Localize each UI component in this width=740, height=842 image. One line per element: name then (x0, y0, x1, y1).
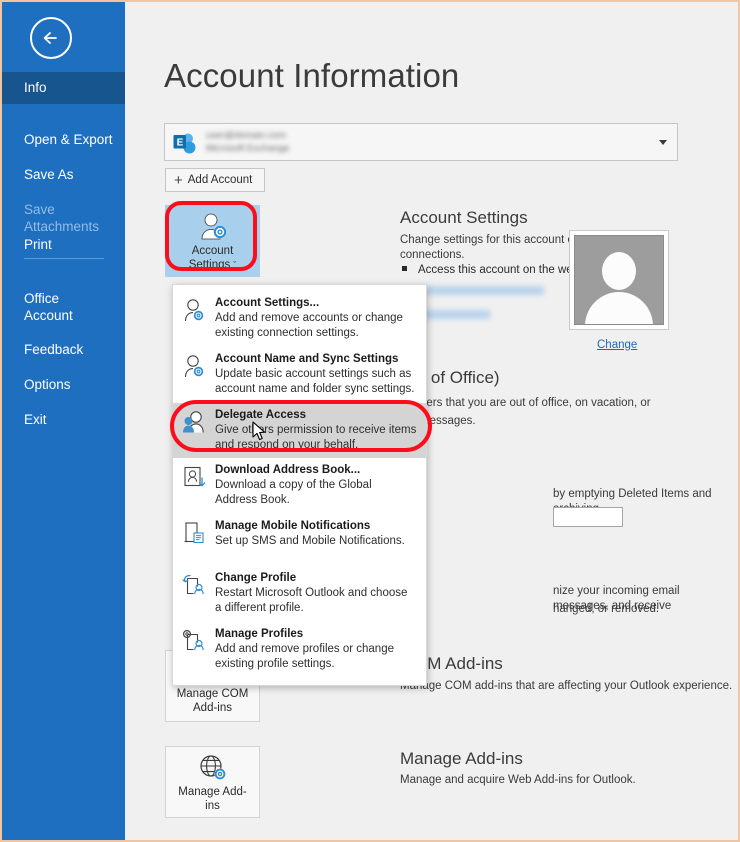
addins-description: Manage and acquire Web Add-ins for Outlo… (400, 774, 636, 786)
menu-item-account-settings[interactable]: Account Settings... Add and remove accou… (173, 291, 426, 347)
sidebar-item-info[interactable]: Info (2, 72, 125, 104)
avatar (569, 230, 669, 330)
sidebar-item-print[interactable]: Print (2, 220, 125, 254)
automatic-replies-desc-line2: messages. (420, 415, 476, 427)
delegate-access-icon (182, 408, 212, 453)
addins-heading: Manage Add-ins (400, 749, 523, 768)
manage-profiles-icon (182, 627, 212, 672)
avatar-head (602, 252, 636, 290)
menu-item-manage-profiles[interactable]: Manage Profiles Add and remove profiles … (173, 622, 426, 678)
globe-icon (199, 755, 226, 780)
account-settings-dropdown-menu[interactable]: Account Settings... Add and remove accou… (172, 284, 427, 686)
account-email-redacted: user@domain.com (206, 130, 286, 141)
chevron-down-icon: ˇ (233, 259, 237, 270)
menu-item-subtitle: Restart Microsoft Outlook and choose a d… (215, 587, 408, 615)
page-title: Account Information (164, 57, 460, 94)
sidebar-item-label: Print (24, 236, 52, 252)
menu-item-subtitle: Add and remove accounts or change existi… (215, 311, 403, 339)
menu-item-subtitle: Add and remove profiles or change existi… (215, 643, 394, 670)
sidebar-item-label: Options (24, 376, 71, 392)
account-settings-icon (201, 213, 226, 240)
menu-item-download-address-book[interactable]: Download Address Book... Download a copy… (173, 458, 426, 514)
svg-text:E: E (177, 138, 184, 149)
menu-item-title: Manage Mobile Notifications (215, 520, 371, 533)
menu-item-title: Account Settings... (215, 297, 320, 309)
account-name-sync-icon (182, 352, 212, 397)
com-addins-description: Manage COM add-ins that are affecting yo… (400, 680, 733, 692)
redacted-link-1[interactable] (426, 286, 544, 295)
sidebar-item-feedback[interactable]: Feedback (2, 325, 125, 359)
sidebar-item-label: Office Account (24, 290, 73, 323)
chevron-down-icon[interactable] (659, 140, 667, 145)
sidebar-divider (24, 258, 104, 259)
menu-separator-gap (173, 558, 426, 566)
bullet-square-icon (402, 266, 407, 271)
menu-item-title: Delegate Access (215, 408, 306, 421)
menu-item-manage-mobile-notifications[interactable]: Manage Mobile Notifications Set up SMS a… (173, 514, 426, 558)
menu-item-title: Manage Profiles (215, 628, 304, 641)
avatar-body (585, 292, 653, 324)
sidebar-item-label: Feedback (24, 341, 84, 357)
account-settings-heading: Account Settings (400, 208, 528, 227)
sidebar-item-label: Save As (24, 166, 74, 182)
sidebar-item-options[interactable]: Options (2, 360, 125, 394)
backstage-sidebar: Info Open & Export Save As Save Attachme… (2, 2, 125, 840)
menu-item-delegate-access[interactable]: Delegate Access Give others permission t… (173, 402, 426, 459)
com-addins-heading: OM Add-ins (414, 654, 503, 673)
account-settings-icon (182, 296, 212, 341)
add-account-label: Add Account (187, 174, 253, 186)
menu-item-title: Account Name and Sync Settings (215, 352, 399, 365)
avatar-placeholder-icon (574, 235, 664, 325)
sidebar-item-open-export[interactable]: Open & Export (2, 115, 125, 149)
account-type-redacted: Microsoft Exchange (206, 143, 290, 154)
access-account-web-bullet[interactable]: Access this account on the web (402, 264, 579, 276)
menu-item-change-profile[interactable]: Change Profile Restart Microsoft Outlook… (173, 566, 426, 622)
manage-addins-tile[interactable]: Manage Add- ins (165, 746, 260, 818)
sidebar-item-save-as[interactable]: Save As (2, 150, 125, 184)
change-profile-icon (182, 571, 212, 616)
sidebar-item-label: Info (24, 79, 47, 95)
change-photo-link[interactable]: Change (597, 339, 637, 351)
mailbox-cleanup-field[interactable] (553, 507, 623, 527)
menu-item-subtitle: Update basic account settings such as ac… (215, 367, 415, 395)
plus-icon: + (174, 171, 183, 189)
menu-item-subtitle: Set up SMS and Mobile Notifications. (215, 535, 405, 548)
tile-label: Manage COM Add-ins (176, 688, 249, 714)
tile-label: Account Settings ˇ (188, 245, 237, 271)
rules-alerts-desc-line2: hanged, or removed. (553, 603, 660, 615)
access-account-web-label: Access this account on the web (418, 264, 580, 276)
download-address-book-icon (182, 463, 212, 508)
menu-item-title: Change Profile (215, 572, 297, 585)
menu-item-subtitle: Give others permission to receive items … (215, 423, 417, 451)
redacted-link-2[interactable] (422, 310, 490, 319)
back-arrow-icon[interactable] (30, 17, 72, 59)
sidebar-item-label: Exit (24, 411, 47, 427)
add-account-button[interactable]: + Add Account (165, 168, 265, 192)
account-settings-tile[interactable]: Account Settings ˇ (165, 205, 260, 277)
outlook-backstage-window: Info Open & Export Save As Save Attachme… (0, 0, 740, 842)
menu-item-account-name-sync[interactable]: Account Name and Sync Settings Update ba… (173, 347, 426, 403)
menu-item-subtitle: Download a copy of the Global Address Bo… (215, 479, 372, 507)
menu-item-title: Download Address Book... (215, 464, 361, 477)
exchange-account-icon: E (173, 133, 196, 154)
tile-label: Manage Add- ins (178, 786, 247, 812)
sidebar-item-exit[interactable]: Exit (2, 395, 125, 429)
account-selector-dropdown[interactable]: E user@domain.com Microsoft Exchange (164, 123, 678, 161)
sidebar-item-office-account[interactable]: Office Account (2, 274, 125, 325)
manage-mobile-notifications-icon (182, 519, 212, 552)
automatic-replies-desc-line1: hers that you are out of office, on vaca… (420, 397, 651, 409)
sidebar-item-label: Open & Export (24, 131, 113, 147)
